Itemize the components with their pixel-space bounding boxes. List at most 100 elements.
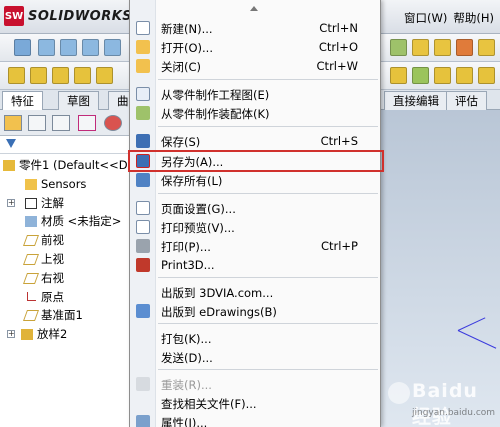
shell-icon[interactable] — [390, 67, 407, 84]
menu-item-print-preview[interactable]: 打印预览(V)... — [130, 217, 380, 237]
properties-icon — [136, 415, 150, 427]
menu-item-publish-3dvia[interactable]: 出版到 3DVIA.com... — [130, 282, 380, 302]
view-cube-icon[interactable] — [38, 39, 55, 56]
menu-separator — [158, 126, 378, 127]
menu-separator — [158, 193, 378, 194]
menu-item-make-drawing[interactable]: 从零件制作工程图(E) — [130, 84, 380, 104]
edrawings-icon — [136, 304, 150, 318]
menu-item-print3d[interactable]: Print3D... — [130, 255, 380, 275]
tree-item-material[interactable]: 材质 <未指定> — [0, 212, 132, 231]
plane-icon — [22, 235, 40, 247]
sensor-icon — [25, 178, 37, 190]
menu-bar-right: 窗口(W) 帮助(H) — [404, 10, 494, 26]
menu-separator — [158, 369, 378, 370]
extrude-icon[interactable] — [8, 67, 25, 84]
page-setup-icon — [136, 201, 150, 215]
menu-item-print[interactable]: 打印(P)... Ctrl+P — [130, 236, 380, 256]
rebuild-icon[interactable] — [412, 39, 429, 56]
toolbar-more-icon[interactable] — [478, 39, 495, 56]
property-manager-icon[interactable] — [28, 115, 46, 131]
toolbar-more-icon-2[interactable] — [478, 67, 495, 84]
feature-tree-icon[interactable] — [4, 115, 22, 131]
printer-icon — [136, 239, 150, 253]
menu-item-page-setup[interactable]: 页面设置(G)... — [130, 198, 380, 218]
menu-item-pack-and-go[interactable]: 打包(K)... — [130, 328, 380, 348]
display-manager-icon[interactable] — [104, 115, 122, 131]
drawing-icon — [136, 87, 150, 101]
check-icon[interactable] — [456, 39, 473, 56]
tree-item-loft2[interactable]: + 放样2 — [0, 325, 132, 344]
tree-item-top-plane[interactable]: 上视 — [0, 250, 132, 269]
tree-filter[interactable] — [0, 136, 131, 154]
logo-text: SOLIDWORKS — [28, 8, 133, 24]
reference-geometry-icon[interactable] — [412, 67, 429, 84]
fillet-icon[interactable] — [96, 67, 113, 84]
view-cube-icon-3[interactable] — [82, 39, 99, 56]
part-icon — [3, 160, 15, 171]
feature-manager-panel: 零件1 (Default<<D Sensors + 注解 材质 <未指定> 前视… — [0, 110, 132, 427]
loft-tool-icon[interactable] — [74, 67, 91, 84]
tree-item-plane1[interactable]: 基准面1 — [0, 306, 132, 325]
configuration-icon[interactable] — [52, 115, 70, 131]
tab-evaluate[interactable]: 评估 — [446, 91, 487, 110]
menu-item-find-references[interactable]: 查找相关文件(F)... — [130, 393, 380, 413]
menu-item-properties[interactable]: 属性(I)... — [130, 412, 380, 427]
options-icon[interactable] — [434, 39, 451, 56]
menu-help[interactable]: 帮助(H) — [453, 10, 494, 26]
menu-separator — [158, 277, 378, 278]
scroll-up-icon[interactable] — [250, 6, 258, 11]
dimxpert-icon[interactable] — [78, 115, 96, 131]
plane-icon — [22, 310, 40, 322]
tree-item-right-plane[interactable]: 右视 — [0, 269, 132, 288]
panel-tabs — [0, 110, 131, 136]
tree-item-sensors[interactable]: Sensors — [0, 175, 132, 194]
assembly-icon — [136, 106, 150, 120]
menu-window[interactable]: 窗口(W) — [404, 10, 447, 26]
tree-item-origin[interactable]: 原点 — [0, 288, 132, 307]
menu-item-send[interactable]: 发送(D)... — [130, 347, 380, 367]
view-cube-icon-4[interactable] — [104, 39, 121, 56]
menu-separator — [158, 79, 378, 80]
save-icon — [136, 134, 150, 148]
menu-item-save[interactable]: 保存(S) Ctrl+S — [130, 131, 380, 151]
tree-item-annotations[interactable]: + 注解 — [0, 194, 132, 213]
menu-item-make-assembly[interactable]: 从零件制作装配体(K) — [130, 103, 380, 123]
expand-icon[interactable]: + — [7, 330, 15, 339]
sweep-icon[interactable] — [52, 67, 69, 84]
curves-icon[interactable] — [434, 67, 451, 84]
print-preview-icon — [136, 220, 150, 234]
solidworks-logo[interactable]: SW SOLIDWORKS — [4, 6, 149, 26]
feature-tree: 零件1 (Default<<D Sensors + 注解 材质 <未指定> 前视… — [0, 156, 132, 344]
filter-icon — [6, 139, 16, 148]
expand-icon[interactable]: + — [7, 198, 15, 207]
tab-sketch[interactable]: 草图 — [58, 91, 99, 110]
tree-item-part[interactable]: 零件1 (Default<<D — [0, 156, 132, 175]
menu-item-open[interactable]: 打开(O)... Ctrl+O — [130, 37, 380, 57]
logo-badge: SW — [4, 6, 24, 26]
menu-item-reload[interactable]: 重装(R)... — [130, 374, 380, 394]
revolve-icon[interactable] — [30, 67, 47, 84]
select-icon[interactable] — [390, 39, 407, 56]
material-icon — [25, 216, 37, 228]
tab-features[interactable]: 特征 — [2, 91, 43, 110]
baidu-paw-icon — [388, 382, 410, 404]
view-cube-icon-2[interactable] — [60, 39, 77, 56]
tab-direct-edit[interactable]: 直接编辑 — [384, 91, 448, 110]
menu-item-publish-edrawings[interactable]: 出版到 eDrawings(B) — [130, 301, 380, 321]
save-all-icon — [136, 173, 150, 187]
baidu-watermark: Baidu 经验 jingyan.baidu.com — [382, 372, 500, 427]
menu-item-save-all[interactable]: 保存所有(L) — [130, 170, 380, 190]
file-menu: 新建(N)... Ctrl+N 打开(O)... Ctrl+O 关闭(C) Ct… — [129, 0, 381, 427]
menu-item-close[interactable]: 关闭(C) Ctrl+W — [130, 56, 380, 76]
smart-dimension-icon[interactable] — [14, 39, 31, 56]
menu-item-new[interactable]: 新建(N)... Ctrl+N — [130, 18, 380, 38]
close-folder-icon — [136, 59, 150, 73]
instant3d-icon[interactable] — [456, 67, 473, 84]
open-folder-icon — [136, 40, 150, 54]
menu-separator — [158, 323, 378, 324]
reload-icon — [136, 377, 150, 391]
annotation-icon — [25, 197, 37, 209]
new-file-icon — [136, 21, 150, 35]
loft-icon — [21, 329, 33, 341]
tree-item-front-plane[interactable]: 前视 — [0, 231, 132, 250]
